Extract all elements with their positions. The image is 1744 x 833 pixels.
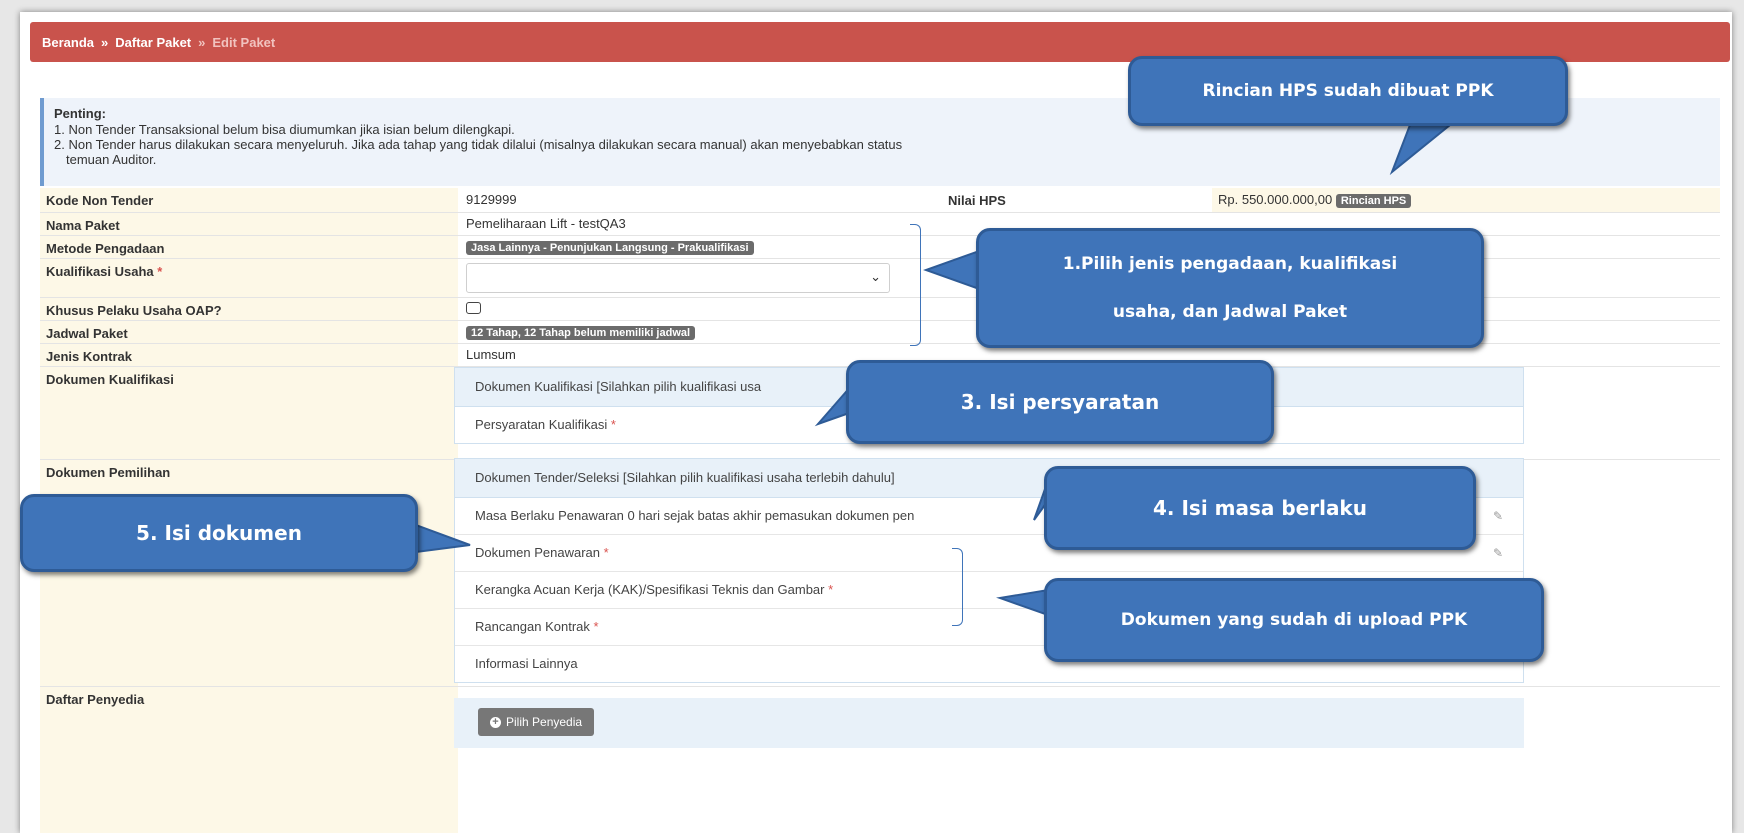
callout-isi-dokumen: 5. Isi dokumen bbox=[20, 494, 418, 572]
callout-rincian-hps: Rincian HPS sudah dibuat PPK bbox=[1128, 56, 1568, 126]
callout-pilih-line2: usaha, dan Jadwal Paket bbox=[1112, 302, 1348, 322]
callout-persyaratan: 3. Isi persyaratan bbox=[846, 360, 1274, 444]
callout-masa-berlaku: 4. Isi masa berlaku bbox=[1044, 466, 1476, 550]
pointer-dokumen bbox=[415, 523, 471, 554]
callout-masa-text: 4. Isi masa berlaku bbox=[1153, 496, 1367, 520]
pointer-upload bbox=[996, 588, 1049, 617]
callout-persyaratan-text: 3. Isi persyaratan bbox=[960, 390, 1160, 414]
callout-dokumen-upload: Dokumen yang sudah di upload PPK bbox=[1044, 578, 1544, 662]
callout-pilih-line1: 1.Pilih jenis pengadaan, kualifikasi bbox=[1062, 254, 1398, 274]
callout-pilih-jenis: 1.Pilih jenis pengadaan, kualifikasi usa… bbox=[976, 228, 1484, 348]
pointer-hps bbox=[1389, 124, 1453, 176]
callout-rincian-hps-text: Rincian HPS sudah dibuat PPK bbox=[1202, 81, 1494, 101]
pointer-pilih bbox=[923, 248, 983, 292]
callout-dokumen-text: 5. Isi dokumen bbox=[136, 521, 302, 545]
callout-upload-text: Dokumen yang sudah di upload PPK bbox=[1120, 610, 1468, 630]
